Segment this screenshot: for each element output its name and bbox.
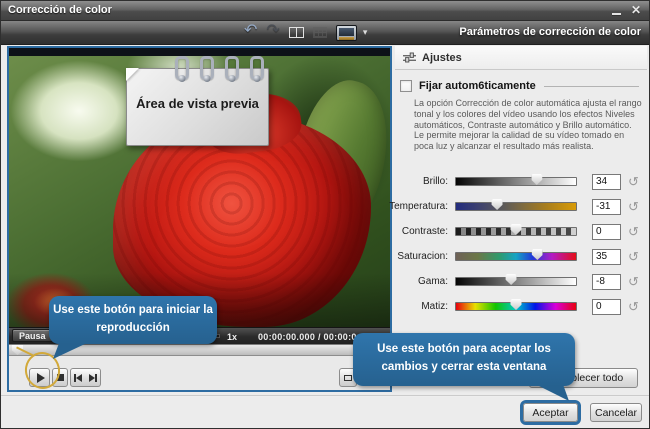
slider-track[interactable]	[455, 177, 577, 186]
minimize-button[interactable]	[612, 13, 621, 15]
reset-icon[interactable]: ↺	[628, 200, 639, 213]
color-correction-dialog: Corrección de color ✕ ↶ ↷ ▾ Parámetros d…	[0, 0, 650, 429]
panel-header: Parámetros de corrección de color	[459, 21, 641, 44]
timecode: 00:00:00.000 / 00:00:0	[258, 332, 357, 342]
slider-row: Brillo: 34 ↺	[389, 169, 643, 194]
slider-row: Contraste: 0 ↺	[389, 219, 643, 244]
chevron-down-icon[interactable]: ▾	[363, 27, 368, 38]
slider[interactable]	[455, 202, 577, 211]
slider-row: Temperatura: -31 ↺	[389, 194, 643, 219]
monitor-icon[interactable]	[336, 25, 357, 41]
sliders: Brillo: 34 ↺ Temperatura: -31 ↺ Contrast…	[389, 169, 643, 319]
play-tooltip: Use este botón para iniciar la reproducc…	[49, 296, 217, 344]
toolbar: ↶ ↷ ▾ Parámetros de corrección de color	[1, 21, 649, 45]
title-bar: Corrección de color ✕	[1, 1, 649, 21]
slider-track[interactable]	[455, 202, 577, 211]
slider[interactable]	[455, 252, 577, 261]
next-frame-button[interactable]	[85, 368, 101, 387]
accept-tooltip: Use este botón para aceptar los cambios …	[353, 333, 575, 386]
auto-correct-row: Fijar autom6ticamente	[400, 80, 643, 92]
adjustments-header-label: Ajustes	[422, 52, 462, 64]
slider-value-field[interactable]: 0	[592, 224, 621, 240]
slider-label: Saturacion:	[389, 251, 448, 262]
adjustments-header: Ajustes	[395, 46, 647, 70]
note-fold-corner	[126, 68, 139, 81]
slider[interactable]	[455, 302, 577, 311]
cancel-button[interactable]: Cancelar	[590, 403, 642, 422]
slider[interactable]	[455, 177, 577, 186]
slider-value-field[interactable]: -8	[592, 274, 621, 290]
auto-correct-description: La opción Corrección de color automática…	[414, 98, 643, 152]
previous-frame-icon	[76, 374, 82, 382]
slider-label: Contraste:	[389, 226, 448, 237]
redo-icon[interactable]: ↷	[266, 23, 279, 39]
slider-track[interactable]	[455, 252, 577, 261]
slider-value-field[interactable]: 0	[592, 299, 621, 315]
preview-note: Área de vista previa	[126, 68, 269, 146]
slider-row: Gama: -8 ↺	[389, 269, 643, 294]
spiral-ring	[200, 56, 214, 80]
note-text: Área de vista previa	[133, 96, 262, 112]
footer-divider	[1, 395, 649, 397]
slider-label: Brillo:	[389, 176, 448, 187]
auto-correct-checkbox[interactable]	[400, 80, 412, 92]
previous-frame-button[interactable]	[70, 368, 86, 387]
slider-value-field[interactable]: -31	[592, 199, 621, 215]
spiral-ring	[225, 56, 239, 80]
play-tooltip-text: Use este botón para iniciar la reproducc…	[53, 304, 213, 334]
note-spiral-rings	[175, 56, 264, 80]
slider-label: Matiz:	[389, 301, 448, 312]
speed-value: 1x	[227, 332, 237, 342]
slider-label: Temperatura:	[389, 201, 448, 212]
window-title: Corrección de color	[8, 1, 112, 20]
reset-icon[interactable]: ↺	[628, 175, 639, 188]
reset-icon[interactable]: ↺	[628, 300, 639, 313]
divider	[544, 86, 639, 87]
split-view-icon[interactable]	[289, 27, 304, 38]
accept-button[interactable]: Aceptar	[523, 403, 578, 422]
slider[interactable]	[455, 277, 577, 286]
spiral-ring	[175, 56, 189, 80]
reset-icon[interactable]: ↺	[628, 275, 639, 288]
accept-tooltip-text: Use este botón para aceptar los cambios …	[377, 343, 551, 373]
slider[interactable]	[455, 227, 577, 236]
grid-view-icon[interactable]	[313, 27, 327, 38]
adjustments-icon	[403, 52, 416, 63]
close-button[interactable]: ✕	[631, 1, 641, 20]
spiral-ring	[250, 56, 264, 80]
reset-icon[interactable]: ↺	[628, 250, 639, 263]
fullscreen-icon	[344, 375, 352, 381]
undo-icon[interactable]: ↶	[244, 23, 257, 39]
slider-row: Saturacion: 35 ↺	[389, 244, 643, 269]
slider-value-field[interactable]: 35	[592, 249, 621, 265]
transport-controls	[9, 356, 390, 390]
reset-icon[interactable]: ↺	[628, 225, 639, 238]
slider-value-field[interactable]: 34	[592, 174, 621, 190]
slider-label: Gama:	[389, 276, 448, 287]
pause-status-button[interactable]: Pausa	[12, 329, 53, 342]
auto-correct-label: Fijar autom6ticamente	[419, 80, 536, 92]
slider-row: Matiz: 0 ↺	[389, 294, 643, 319]
